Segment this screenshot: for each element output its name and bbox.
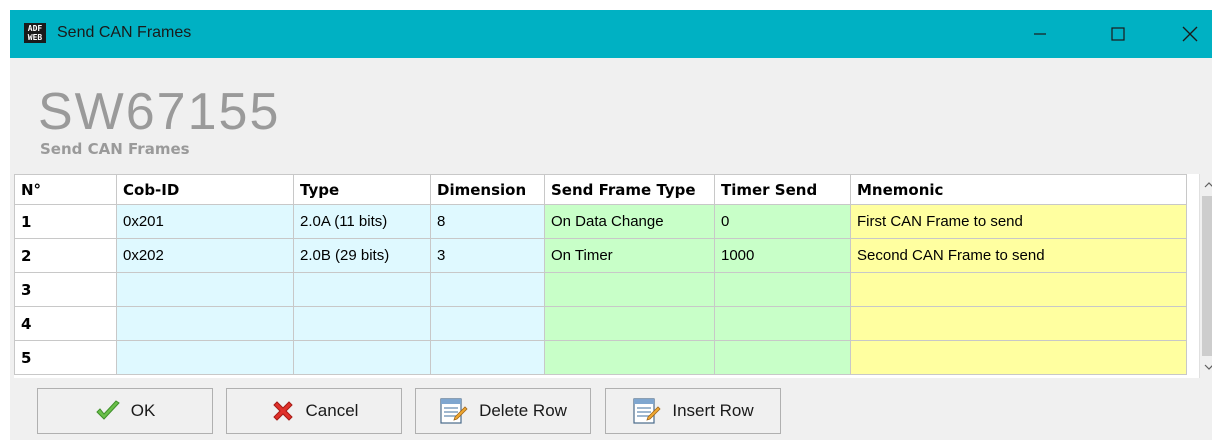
title-bar: ADF WEB Send CAN Frames [10,10,1212,58]
column-header-cob-id[interactable]: Cob-ID [116,174,294,205]
close-button[interactable] [1160,10,1212,58]
frames-grid: N° Cob-ID Type Dimension Send Frame Type… [14,174,1212,378]
scroll-up-arrow[interactable] [1200,176,1212,194]
insert-row-icon [633,398,661,424]
scrollbar-thumb[interactable] [1202,196,1212,356]
row-number[interactable]: 3 [14,272,117,307]
page-title: SW67155 [38,83,281,141]
cob-id-cell[interactable]: 0x202 [116,238,294,273]
red-x-icon [272,401,293,421]
table-row[interactable]: 4 [14,306,1187,341]
cancel-button-label: Cancel [305,401,359,420]
timer-send-cell[interactable] [714,340,851,375]
table-row[interactable]: 2 0x202 2.0B (29 bits) 3 On Timer 1000 S… [14,238,1187,273]
maximize-icon [1111,27,1125,41]
chevron-up-icon [1204,182,1212,188]
column-header-mnemonic[interactable]: Mnemonic [850,174,1187,205]
frames-table: N° Cob-ID Type Dimension Send Frame Type… [14,174,1187,375]
send-frame-type-cell[interactable] [544,272,715,307]
row-number[interactable]: 4 [14,306,117,341]
app-logo-bottom-text: WEB [27,33,43,42]
table-row[interactable]: 3 [14,272,1187,307]
mnemonic-cell[interactable] [850,306,1187,341]
dimension-cell[interactable] [430,340,545,375]
send-frame-type-cell[interactable] [544,340,715,375]
column-header-number[interactable]: N° [14,174,117,205]
page-subtitle: Send CAN Frames [40,140,190,158]
send-frame-type-cell[interactable]: On Data Change [544,204,715,239]
column-header-dimension[interactable]: Dimension [430,174,545,205]
scroll-down-arrow[interactable] [1200,358,1212,376]
page-header: SW67155 Send CAN Frames [10,58,1212,166]
type-cell[interactable]: 2.0B (29 bits) [293,238,431,273]
table-row[interactable]: 5 [14,340,1187,375]
close-icon [1182,26,1198,42]
mnemonic-cell[interactable]: First CAN Frame to send [850,204,1187,239]
ok-button[interactable]: OK [37,388,213,434]
timer-send-cell[interactable] [714,306,851,341]
type-cell[interactable] [293,340,431,375]
app-logo-top-text: ADF [27,24,43,33]
dimension-cell[interactable]: 3 [430,238,545,273]
chevron-down-icon [1204,364,1212,370]
type-cell[interactable] [293,272,431,307]
window-title: Send CAN Frames [57,24,192,41]
timer-send-cell[interactable]: 0 [714,204,851,239]
table-header-row: N° Cob-ID Type Dimension Send Frame Type… [14,174,1187,205]
timer-send-cell[interactable]: 1000 [714,238,851,273]
mnemonic-cell[interactable] [850,272,1187,307]
app-logo-icon: ADF WEB [24,23,46,43]
cancel-button[interactable]: Cancel [226,388,402,434]
column-header-send-frame-type[interactable]: Send Frame Type [544,174,715,205]
column-header-type[interactable]: Type [293,174,431,205]
table-row[interactable]: 1 0x201 2.0A (11 bits) 8 On Data Change … [14,204,1187,239]
dimension-cell[interactable] [430,306,545,341]
row-number[interactable]: 1 [14,204,117,239]
dimension-cell[interactable] [430,272,545,307]
cob-id-cell[interactable] [116,340,294,375]
type-cell[interactable]: 2.0A (11 bits) [293,204,431,239]
insert-row-button-label: Insert Row [672,401,754,420]
row-number[interactable]: 5 [14,340,117,375]
send-frame-type-cell[interactable]: On Timer [544,238,715,273]
send-frame-type-cell[interactable] [544,306,715,341]
minimize-icon [1034,33,1046,35]
minimize-button[interactable] [1010,10,1070,58]
mnemonic-cell[interactable] [850,340,1187,375]
timer-send-cell[interactable] [714,272,851,307]
send-can-frames-window: ADF WEB Send CAN Frames SW67155 Send CAN… [10,10,1212,440]
dimension-cell[interactable]: 8 [430,204,545,239]
ok-button-label: OK [130,401,156,420]
cob-id-cell[interactable]: 0x201 [116,204,294,239]
cob-id-cell[interactable] [116,272,294,307]
mnemonic-cell[interactable]: Second CAN Frame to send [850,238,1187,273]
insert-row-button[interactable]: Insert Row [605,388,781,434]
vertical-scrollbar[interactable] [1199,174,1212,378]
delete-row-button[interactable]: Delete Row [415,388,591,434]
cob-id-cell[interactable] [116,306,294,341]
row-number[interactable]: 2 [14,238,117,273]
column-header-timer-send[interactable]: Timer Send [714,174,851,205]
checkmark-icon [96,400,120,420]
delete-row-icon [440,398,468,424]
delete-row-button-label: Delete Row [479,401,567,420]
maximize-button[interactable] [1088,10,1148,58]
type-cell[interactable] [293,306,431,341]
